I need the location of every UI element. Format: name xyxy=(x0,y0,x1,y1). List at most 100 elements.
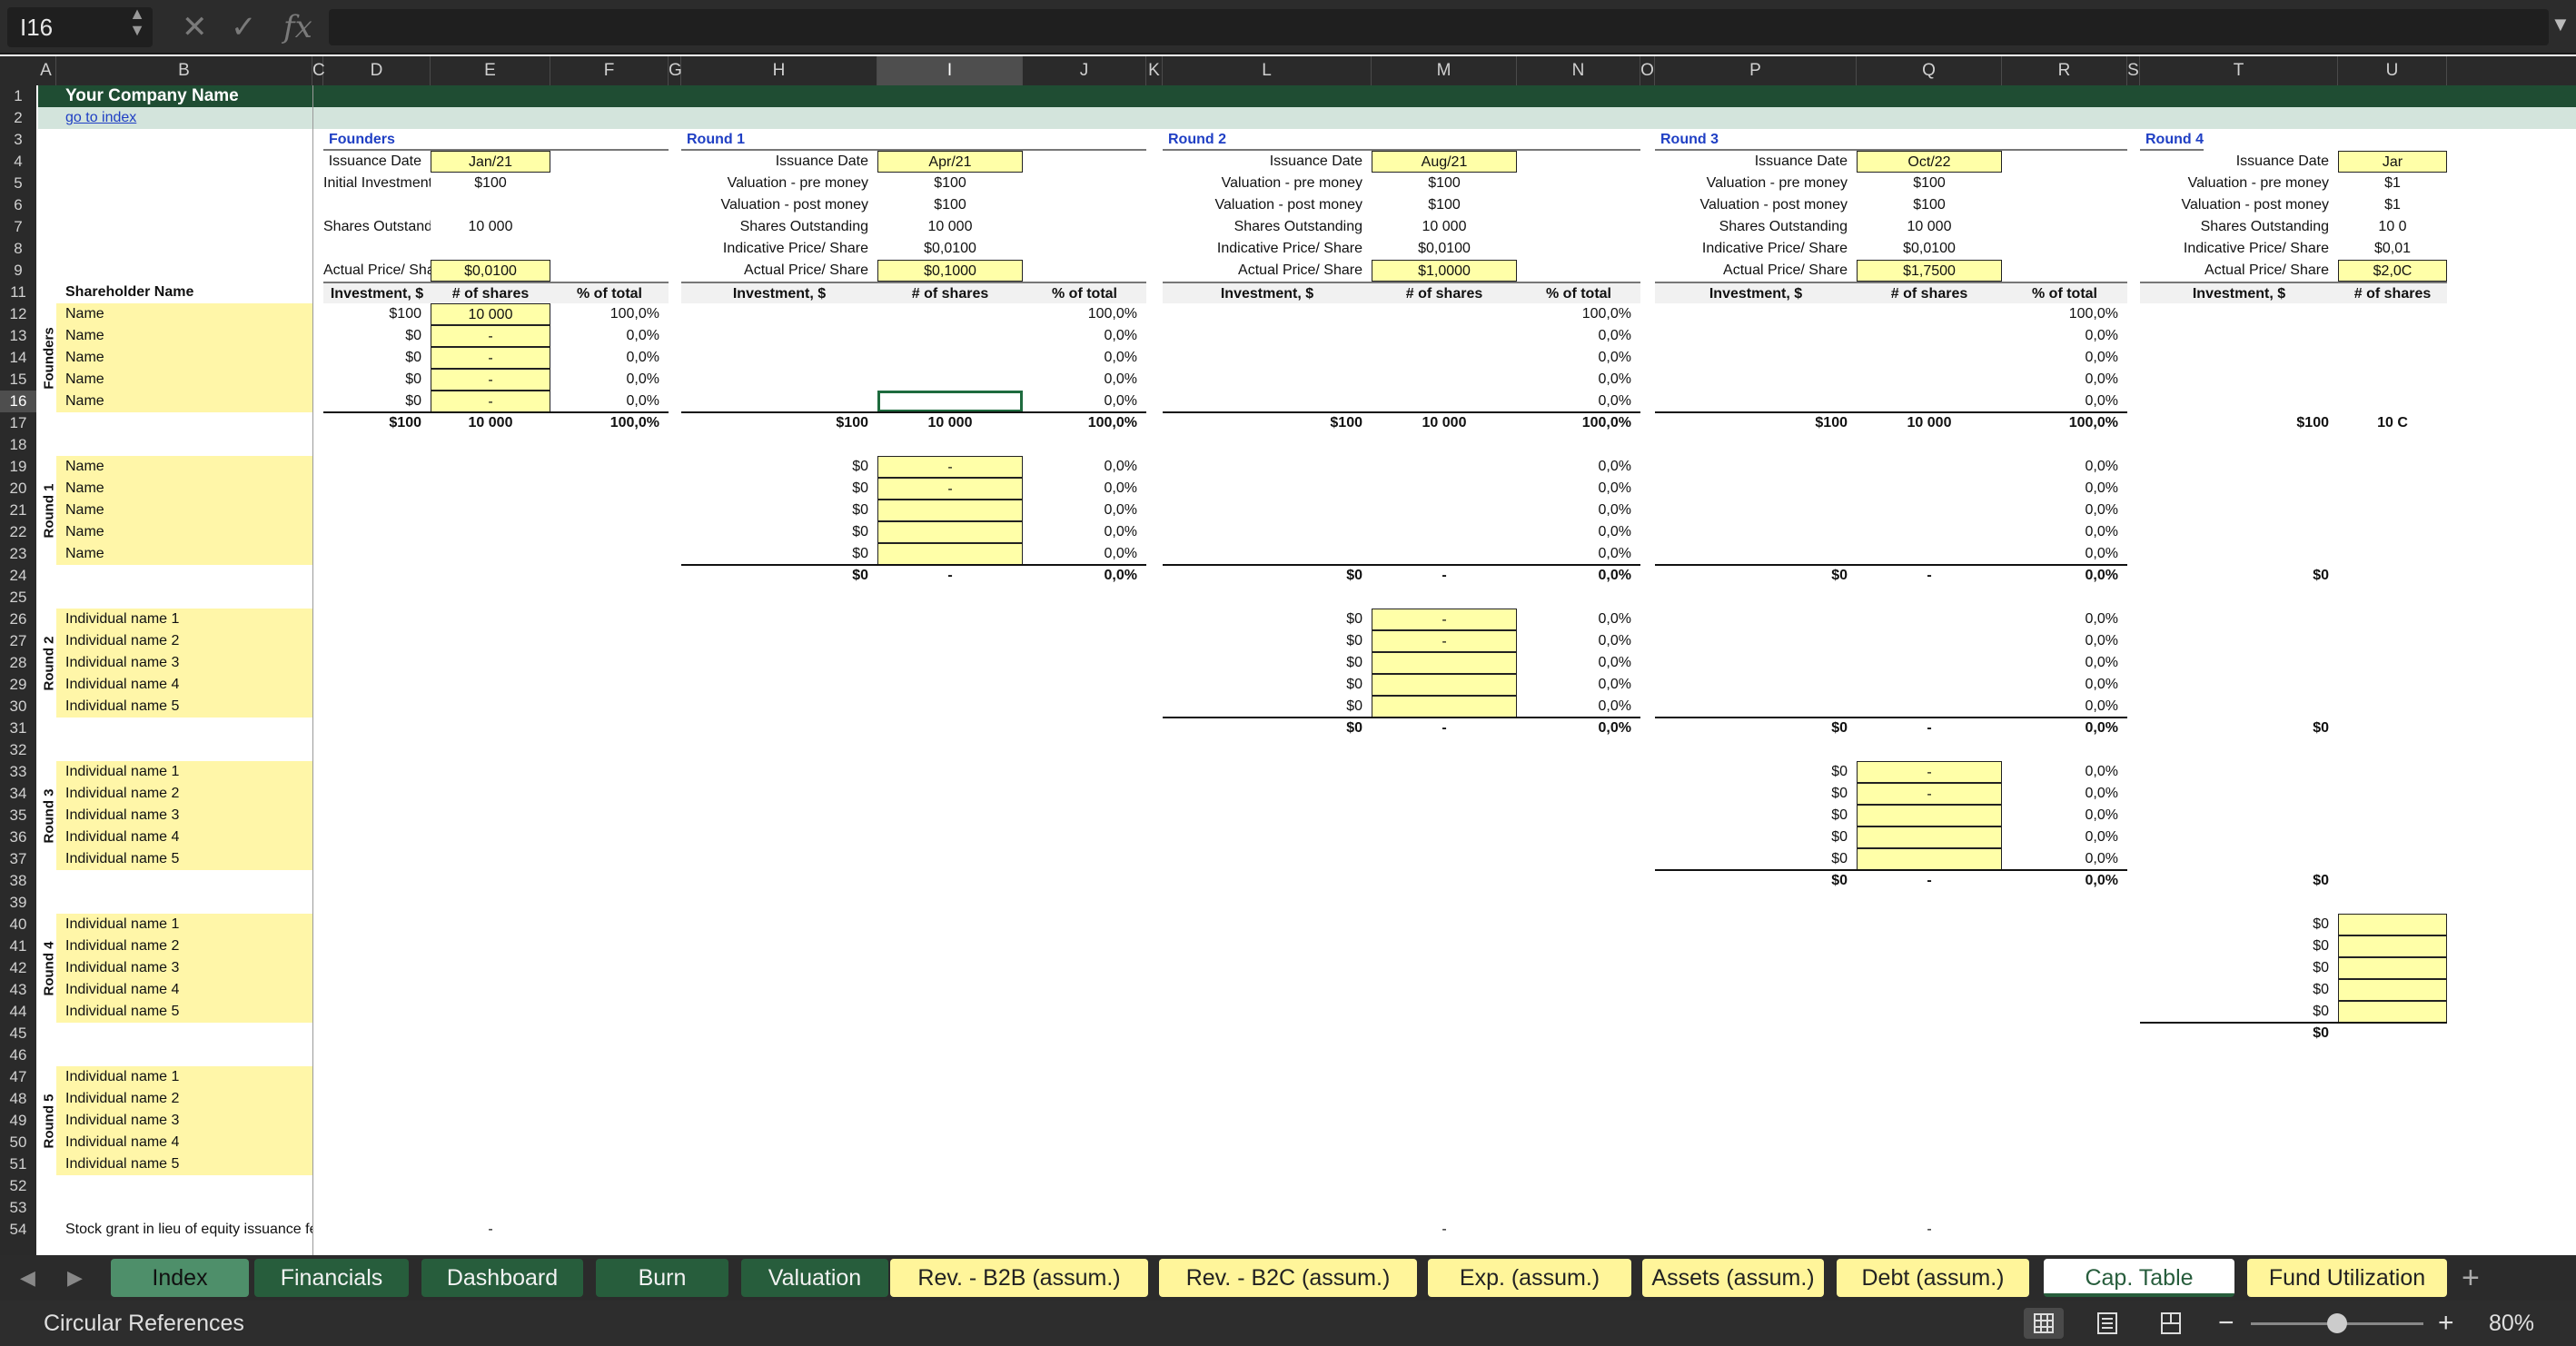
row-header-13[interactable]: 13 xyxy=(0,325,36,347)
row-header-7[interactable]: 7 xyxy=(0,216,36,238)
percent-cell[interactable]: 0,0% xyxy=(1517,391,1640,412)
info-value[interactable]: $100 xyxy=(877,173,1023,194)
total-shares[interactable]: 10 C xyxy=(2338,412,2447,434)
info-value[interactable]: 10 0 xyxy=(2338,216,2447,238)
investment-cell[interactable]: $0 xyxy=(323,391,431,412)
tab-assets-assum[interactable]: Assets (assum.) xyxy=(1642,1259,1824,1297)
zoom-slider-thumb[interactable] xyxy=(2327,1313,2347,1333)
info-value[interactable]: 10 000 xyxy=(877,216,1023,238)
row-header-3[interactable]: 3 xyxy=(0,129,36,151)
shares-input[interactable]: - xyxy=(1857,783,2002,805)
shareholder-name[interactable]: Name xyxy=(56,500,312,521)
info-value[interactable]: $0,0100 xyxy=(877,238,1023,260)
row-header-48[interactable]: 48 xyxy=(0,1088,36,1110)
percent-cell[interactable]: 0,0% xyxy=(2002,325,2127,347)
tab-financials[interactable]: Financials xyxy=(254,1259,409,1297)
info-value[interactable]: $0,0100 xyxy=(1857,238,2002,260)
total-investment[interactable]: $0 xyxy=(2140,718,2338,739)
row-header-36[interactable]: 36 xyxy=(0,826,36,848)
shareholder-name[interactable]: Name xyxy=(56,391,312,412)
investment-cell[interactable]: $0 xyxy=(323,369,431,391)
percent-cell[interactable]: 0,0% xyxy=(2002,391,2127,412)
percent-cell[interactable]: 0,0% xyxy=(1023,391,1146,412)
shareholder-name[interactable]: Individual name 5 xyxy=(56,1001,312,1023)
row-header-50[interactable]: 50 xyxy=(0,1132,36,1153)
investment-cell[interactable]: $0 xyxy=(1163,609,1372,630)
percent-cell[interactable]: 0,0% xyxy=(1517,609,1640,630)
page-layout-icon[interactable] xyxy=(2087,1308,2127,1339)
investment-cell[interactable]: $0 xyxy=(1655,805,1857,826)
shareholder-name[interactable]: Individual name 5 xyxy=(56,1153,312,1175)
tab-scroll-right-icon[interactable]: ▶ xyxy=(67,1266,83,1290)
total-percent[interactable]: 100,0% xyxy=(2002,412,2127,434)
total-shares[interactable]: 10 000 xyxy=(1372,412,1517,434)
shares-input[interactable] xyxy=(2338,935,2447,957)
investment-cell[interactable]: $0 xyxy=(323,325,431,347)
column-header-o[interactable]: O xyxy=(1640,56,1655,85)
row-header-47[interactable]: 47 xyxy=(0,1066,36,1088)
percent-cell[interactable]: 0,0% xyxy=(1517,347,1640,369)
percent-cell[interactable]: 100,0% xyxy=(1517,303,1640,325)
percent-cell[interactable]: 0,0% xyxy=(1517,456,1640,478)
shares-input[interactable] xyxy=(1857,805,2002,826)
shares-input[interactable] xyxy=(1372,674,1517,696)
shares-input[interactable]: - xyxy=(431,391,550,412)
column-header-u[interactable]: U xyxy=(2338,56,2447,85)
percent-cell[interactable]: 0,0% xyxy=(550,391,669,412)
total-shares[interactable]: - xyxy=(877,565,1023,587)
shares-input[interactable] xyxy=(1857,826,2002,848)
row-header-28[interactable]: 28 xyxy=(0,652,36,674)
row-header-6[interactable]: 6 xyxy=(0,194,36,216)
row-header-29[interactable]: 29 xyxy=(0,674,36,696)
investment-cell[interactable]: $0 xyxy=(1655,826,1857,848)
row-header-44[interactable]: 44 xyxy=(0,1001,36,1023)
go-to-index-link[interactable]: go to index xyxy=(56,107,312,129)
column-header-d[interactable]: D xyxy=(323,56,431,85)
total-investment[interactable]: $0 xyxy=(1655,718,1857,739)
info-value[interactable]: $1 xyxy=(2338,173,2447,194)
total-shares[interactable]: - xyxy=(1857,565,2002,587)
investment-cell[interactable]: $0 xyxy=(1163,674,1372,696)
total-percent[interactable]: 100,0% xyxy=(1517,412,1640,434)
percent-cell[interactable]: 0,0% xyxy=(2002,500,2127,521)
shares-input[interactable] xyxy=(2338,957,2447,979)
tab-burn[interactable]: Burn xyxy=(596,1259,728,1297)
info-value[interactable]: $100 xyxy=(1857,173,2002,194)
investment-cell[interactable]: $0 xyxy=(2140,957,2338,979)
percent-cell[interactable]: 0,0% xyxy=(550,325,669,347)
percent-cell[interactable]: 0,0% xyxy=(2002,478,2127,500)
row-header-2[interactable]: 2 xyxy=(0,107,36,129)
shareholder-name[interactable]: Individual name 5 xyxy=(56,696,312,718)
row-header-27[interactable]: 27 xyxy=(0,630,36,652)
percent-cell[interactable]: 0,0% xyxy=(2002,521,2127,543)
row-header-45[interactable]: 45 xyxy=(0,1023,36,1044)
investment-cell[interactable]: $100 xyxy=(323,303,431,325)
total-investment[interactable]: $100 xyxy=(1655,412,1857,434)
total-percent[interactable]: 0,0% xyxy=(2002,565,2127,587)
row-header-39[interactable]: 39 xyxy=(0,892,36,914)
normal-view-icon[interactable] xyxy=(2024,1308,2064,1339)
percent-cell[interactable]: 0,0% xyxy=(1023,456,1146,478)
shareholder-name[interactable]: Name xyxy=(56,456,312,478)
row-header-19[interactable]: 19 xyxy=(0,456,36,478)
total-investment[interactable]: $0 xyxy=(681,565,877,587)
total-investment[interactable]: $100 xyxy=(1163,412,1372,434)
total-percent[interactable]: 0,0% xyxy=(1517,565,1640,587)
investment-cell[interactable]: $0 xyxy=(1655,761,1857,783)
tab-scroll-left-icon[interactable]: ◀ xyxy=(20,1266,35,1290)
percent-cell[interactable]: 0,0% xyxy=(550,369,669,391)
info-value[interactable]: $0,1000 xyxy=(877,260,1023,282)
investment-cell[interactable]: $0 xyxy=(2140,935,2338,957)
row-header-51[interactable]: 51 xyxy=(0,1153,36,1175)
percent-cell[interactable]: 0,0% xyxy=(1023,543,1146,565)
info-value[interactable]: Oct/22 xyxy=(1857,151,2002,173)
info-value[interactable]: $100 xyxy=(1372,194,1517,216)
info-value[interactable]: 10 000 xyxy=(1372,216,1517,238)
shares-input[interactable] xyxy=(2338,914,2447,935)
shareholder-name[interactable]: Name xyxy=(56,521,312,543)
row-header-40[interactable]: 40 xyxy=(0,914,36,935)
shares-input[interactable]: - xyxy=(1857,761,2002,783)
row-header-14[interactable]: 14 xyxy=(0,347,36,369)
column-header-n[interactable]: N xyxy=(1517,56,1640,85)
shares-input[interactable] xyxy=(2338,1001,2447,1023)
